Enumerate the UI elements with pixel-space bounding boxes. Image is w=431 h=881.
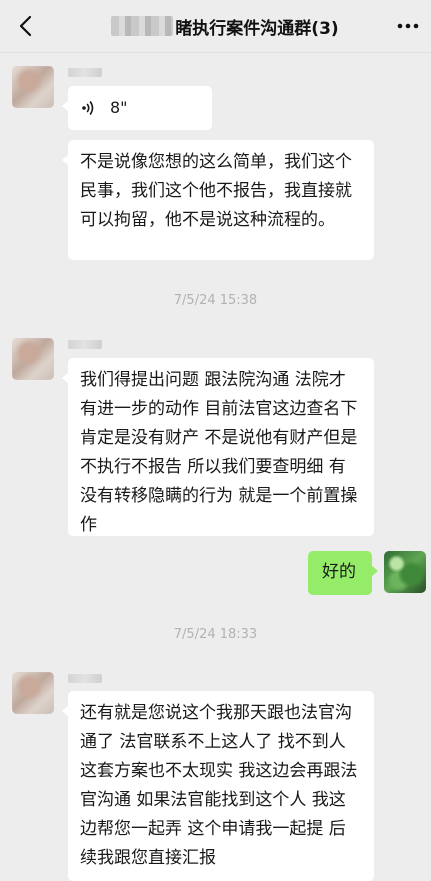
timestamp: 7/5/24 15:38 <box>173 293 258 308</box>
sender-name-redacted <box>68 68 102 77</box>
sender-name-redacted <box>68 674 102 683</box>
message-bubble[interactable]: 我们得提出问题 跟法院沟通 法院才有进一步的动作 目前法官这边查名下肯定是没有财… <box>62 358 374 536</box>
page-title: 睹执行案件沟通群(3) <box>175 18 339 39</box>
message-text: 不是说像您想的这么简单，我们这个民事，我们这个他不报告，我直接就可以拘留，他不是… <box>80 152 352 230</box>
sender-name-redacted <box>68 340 102 349</box>
outgoing-message-bubble[interactable]: 好的 <box>308 551 378 595</box>
sender-avatar[interactable] <box>12 338 54 380</box>
redacted-title-prefix <box>111 16 174 36</box>
self-avatar[interactable] <box>384 551 426 593</box>
message-text: 还有就是您说这个我那天跟也法官沟通了 法官联系不上这人了 找不到人 这套方案也不… <box>80 703 358 868</box>
voice-message[interactable]: 8" <box>62 86 212 130</box>
sender-avatar[interactable] <box>12 66 54 108</box>
message-bubble[interactable]: 还有就是您说这个我那天跟也法官沟通了 法官联系不上这人了 找不到人 这套方案也不… <box>62 691 374 881</box>
chat-header: 睹执行案件沟通群(3) <box>0 0 431 53</box>
voice-wave-icon <box>82 100 94 115</box>
message-bubble[interactable]: 不是说像您想的这么简单，我们这个民事，我们这个他不报告，我直接就可以拘留，他不是… <box>62 140 374 260</box>
more-dots-icon[interactable] <box>395 14 421 38</box>
voice-duration: 8" <box>110 98 128 117</box>
chat-title[interactable]: 睹执行案件沟通群(3) <box>100 0 350 52</box>
message-text: 我们得提出问题 跟法院沟通 法院才有进一步的动作 目前法官这边查名下肯定是没有财… <box>80 370 358 535</box>
back-icon[interactable] <box>12 12 40 40</box>
sender-avatar[interactable] <box>12 672 54 714</box>
timestamp: 7/5/24 18:33 <box>173 627 258 642</box>
message-text: 好的 <box>322 562 356 582</box>
